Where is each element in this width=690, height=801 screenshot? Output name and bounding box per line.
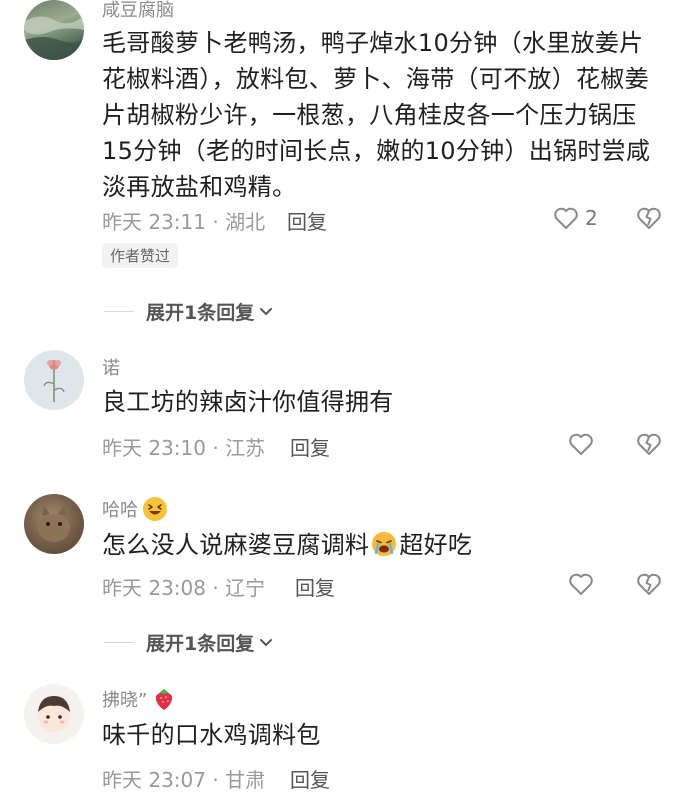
broken-heart-icon (637, 573, 661, 595)
avatar[interactable] (24, 494, 84, 554)
expand-replies-label: 展开1条回复 (146, 302, 255, 324)
chevron-down-icon (260, 307, 273, 315)
avatar-flower-image (43, 360, 65, 402)
grinning-emoji-icon (143, 497, 167, 521)
heart-outline-icon (569, 433, 593, 455)
avatar[interactable] (24, 350, 84, 410)
comment-meta: 昨天 23:10 · 江苏 (102, 436, 266, 460)
avatar-landscape-image (24, 16, 84, 60)
comment-username[interactable]: 哈哈 (102, 496, 168, 522)
dislike-button[interactable] (636, 432, 662, 460)
avatar-pet-image (38, 506, 70, 542)
comment-username[interactable]: 诺 (102, 354, 120, 380)
author-liked-badge: 作者赞过 (102, 243, 179, 268)
reply-button[interactable]: 回复 (287, 206, 327, 235)
comment-username[interactable]: 拂晓” (102, 686, 177, 712)
broken-heart-icon (637, 433, 661, 455)
comment-text: 怎么没人说麻婆豆腐调料 超好吃 (102, 531, 473, 559)
divider (104, 642, 134, 643)
comment-text: 毛哥酸萝卜老鸭汤，鸭子焯水10分钟（水里放姜片花椒料酒），放料包、萝卜、海带（可… (102, 29, 651, 201)
comment-meta: 昨天 23:08 · 辽宁 (102, 576, 266, 600)
crying-emoji-icon (372, 532, 397, 556)
expand-replies-button[interactable]: 展开1条回复 (104, 629, 276, 656)
like-button[interactable] (568, 432, 594, 456)
expand-replies-label: 展开1条回复 (146, 633, 255, 655)
reply-button[interactable]: 回复 (290, 432, 330, 461)
avatar[interactable] (24, 684, 84, 744)
dislike-button[interactable] (636, 206, 662, 234)
avatar-cartoon-image (38, 696, 70, 732)
broken-heart-icon (637, 207, 661, 229)
comment-meta: 昨天 23:11 · 湖北 (102, 210, 266, 234)
expand-replies-button[interactable]: 展开1条回复 (104, 298, 276, 325)
divider (104, 311, 134, 312)
comment-item: 诺 良工坊的辣卤汁你值得拥有 昨天 23:10 · 江苏 回复 (0, 350, 690, 480)
chevron-down-icon (260, 638, 273, 646)
like-button[interactable] (568, 572, 594, 596)
dislike-button[interactable] (636, 572, 662, 600)
comment-text: 味千的口水鸡调料包 (102, 721, 321, 749)
comment-item: 哈哈 怎么没人说麻婆豆腐调料 超好吃 昨天 23:08 · 辽宁 回复 展开1条… (0, 494, 690, 664)
avatar[interactable] (24, 0, 84, 60)
reply-button[interactable]: 回复 (290, 764, 330, 793)
comment-item: 咸豆腐脑 毛哥酸萝卜老鸭汤，鸭子焯水10分钟（水里放姜片花椒料酒），放料包、萝卜… (0, 0, 690, 330)
heart-outline-icon (554, 207, 578, 229)
comment-username[interactable]: 咸豆腐脑 (102, 0, 174, 22)
like-count: 2 (585, 206, 598, 230)
comment-item: 拂晓” 味千的口水鸡调料包 昨天 23:07 · 甘肃 回复 (0, 684, 690, 801)
strawberry-emoji-icon (156, 689, 173, 710)
heart-outline-icon (569, 573, 593, 595)
reply-button[interactable]: 回复 (295, 572, 335, 601)
comment-text: 良工坊的辣卤汁你值得拥有 (102, 388, 394, 416)
like-button[interactable]: 2 (553, 206, 598, 230)
comment-meta: 昨天 23:07 · 甘肃 (102, 768, 266, 792)
